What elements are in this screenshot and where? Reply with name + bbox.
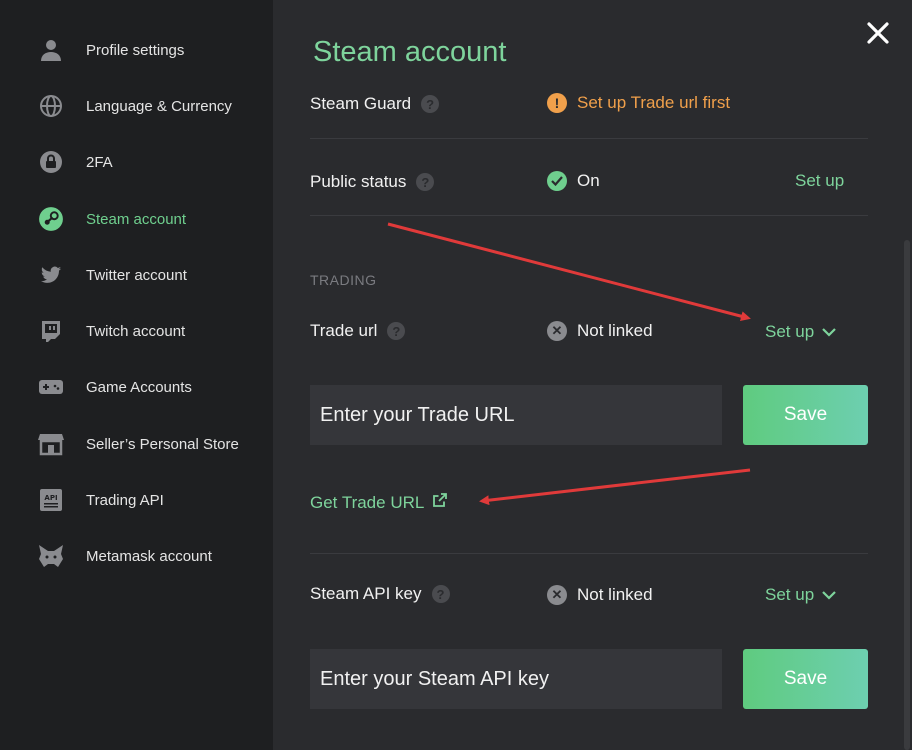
steam-guard-row: Steam Guard ? <box>310 94 440 114</box>
api-key-input[interactable] <box>310 649 722 709</box>
divider <box>310 138 868 139</box>
store-icon <box>38 432 64 456</box>
sidebar-item-label: Steam account <box>86 210 187 228</box>
sidebar-item-label: Language & Currency <box>86 97 232 115</box>
lock-icon <box>38 150 64 174</box>
divider <box>310 215 868 216</box>
user-icon <box>38 38 64 62</box>
sidebar-item-twitter-account[interactable]: Twitter account <box>0 255 273 295</box>
x-circle-icon: ✕ <box>547 321 567 341</box>
setup-label: Set up <box>765 322 815 341</box>
scrollbar[interactable] <box>904 240 910 750</box>
gamepad-icon <box>38 375 64 399</box>
trade-url-label: Trade url <box>310 321 378 340</box>
twitter-icon <box>38 263 64 287</box>
sidebar-item-sellers-store[interactable]: Seller’s Personal Store <box>0 424 273 464</box>
sidebar-item-label: Seller’s Personal Store <box>86 435 239 453</box>
trading-section-label: TRADING <box>310 272 377 288</box>
external-link-icon <box>432 492 448 513</box>
sidebar-item-label: Metamask account <box>86 547 212 565</box>
check-icon <box>547 171 567 191</box>
help-icon[interactable]: ? <box>421 95 440 113</box>
public-status-setup-button[interactable]: Set up <box>795 171 844 191</box>
setup-label: Set up <box>795 171 845 190</box>
setup-label: Set up <box>765 585 815 604</box>
page-title: Steam account <box>313 36 507 68</box>
help-icon[interactable]: ? <box>431 585 450 603</box>
trade-url-status-text: Not linked <box>577 321 653 340</box>
sidebar-item-label: Trading API <box>86 491 164 509</box>
api-key-save-button[interactable]: Save <box>743 649 868 709</box>
globe-icon <box>38 94 64 118</box>
main-panel: Steam account Steam Guard ? ! Set up Tra… <box>273 0 912 750</box>
fox-icon <box>38 544 64 568</box>
trade-url-row: Trade url ? <box>310 321 406 341</box>
close-button[interactable] <box>863 18 893 48</box>
sidebar-item-label: Game Accounts <box>86 378 192 396</box>
warning-icon: ! <box>547 93 567 113</box>
sidebar-item-2fa[interactable]: 2FA <box>0 142 273 182</box>
sidebar-item-label: Profile settings <box>86 41 185 59</box>
api-key-row: Steam API key ? <box>310 584 450 604</box>
sidebar-item-profile-settings[interactable]: Profile settings <box>0 30 273 70</box>
api-key-status: ✕ Not linked <box>547 585 653 605</box>
divider <box>310 553 868 554</box>
api-key-label: Steam API key <box>310 584 422 603</box>
public-status-status: On <box>547 171 600 191</box>
help-icon[interactable]: ? <box>387 322 406 340</box>
steam-guard-label: Steam Guard <box>310 94 412 113</box>
sidebar-item-metamask-account[interactable]: Metamask account <box>0 536 273 576</box>
steam-guard-status-text: Set up Trade url first <box>577 93 731 112</box>
svg-text:API: API <box>44 494 57 502</box>
sidebar-item-label: 2FA <box>86 153 113 171</box>
steam-icon <box>38 207 64 231</box>
x-circle-icon: ✕ <box>547 585 567 605</box>
chevron-down-icon <box>822 585 836 605</box>
trade-url-save-button[interactable]: Save <box>743 385 868 445</box>
trade-url-setup-button[interactable]: Set up <box>765 322 836 342</box>
public-status-row: Public status ? <box>310 172 435 192</box>
twitch-icon <box>38 319 64 343</box>
help-icon[interactable]: ? <box>416 173 435 191</box>
get-trade-url-label: Get Trade URL <box>310 492 425 512</box>
get-trade-url-link[interactable]: Get Trade URL <box>310 492 448 513</box>
public-status-label: Public status <box>310 172 407 191</box>
sidebar-item-language-currency[interactable]: Language & Currency <box>0 86 273 126</box>
sidebar-item-label: Twitch account <box>86 322 186 340</box>
api-key-status-text: Not linked <box>577 585 653 604</box>
public-status-text: On <box>577 171 600 190</box>
sidebar-item-trading-api[interactable]: API Trading API <box>0 480 273 520</box>
sidebar-item-steam-account[interactable]: Steam account <box>0 199 273 239</box>
sidebar-item-game-accounts[interactable]: Game Accounts <box>0 367 273 407</box>
sidebar-item-label: Twitter account <box>86 266 187 284</box>
sidebar: Profile settings Language & Currency 2FA… <box>0 0 273 750</box>
api-icon: API <box>38 488 64 512</box>
chevron-down-icon <box>822 322 836 342</box>
steam-guard-status: ! Set up Trade url first <box>547 93 730 113</box>
api-key-setup-button[interactable]: Set up <box>765 585 836 605</box>
sidebar-item-twitch-account[interactable]: Twitch account <box>0 311 273 351</box>
trade-url-status: ✕ Not linked <box>547 321 653 341</box>
close-icon <box>867 22 889 44</box>
trade-url-input[interactable] <box>310 385 722 445</box>
